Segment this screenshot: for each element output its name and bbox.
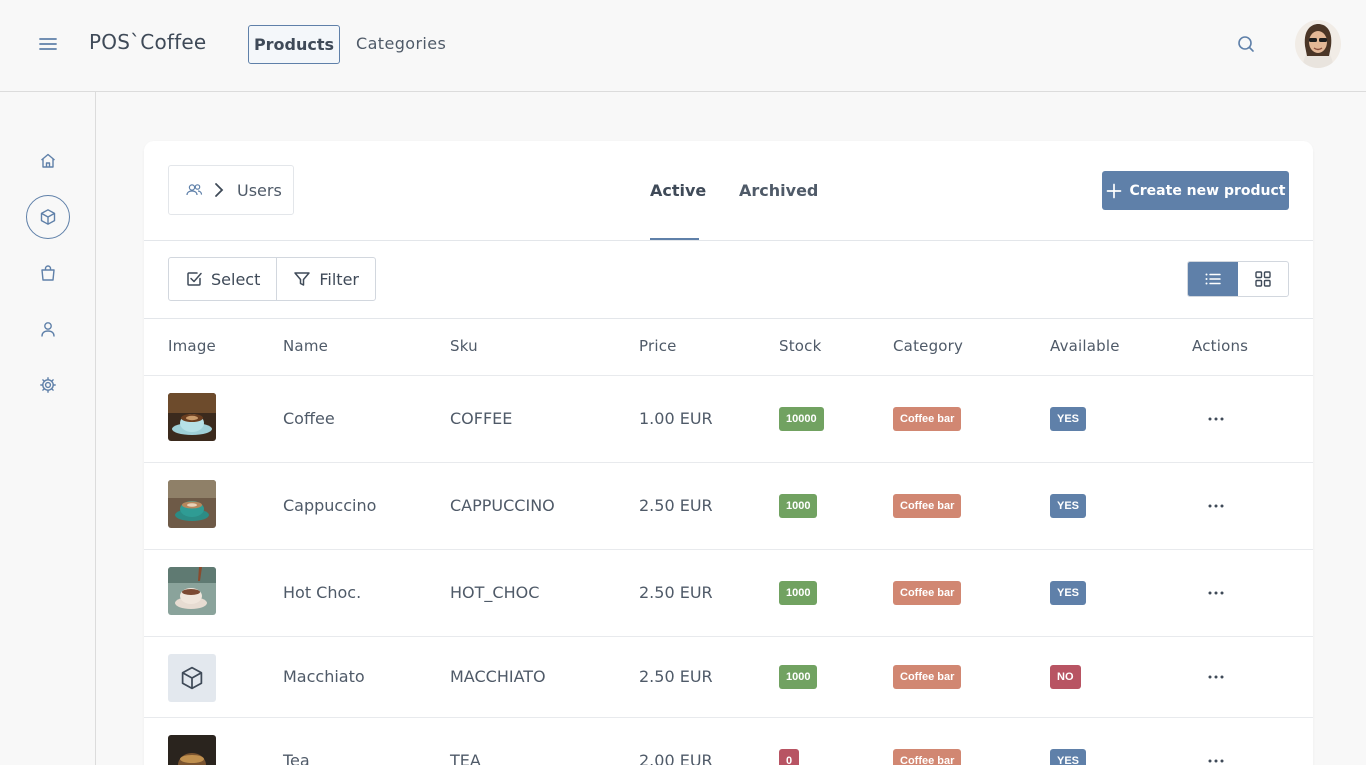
tab-active[interactable]: Active (650, 181, 706, 200)
top-bar: POS`Coffee Products Categories (0, 0, 1366, 92)
nav-products[interactable]: Products (248, 25, 340, 64)
available-badge: YES (1050, 581, 1087, 605)
select-label: Select (211, 269, 261, 289)
category-badge: Coffee bar (893, 665, 962, 689)
stock-badge: 1000 (779, 581, 818, 605)
sidebar-item-settings[interactable] (26, 363, 70, 407)
table-row[interactable]: Macchiato MACCHIATO 2.50 EUR 1000 Coffee… (144, 636, 1313, 717)
product-price: 2.00 EUR (639, 751, 713, 765)
search-icon[interactable] (1236, 34, 1256, 54)
shopping-bag-icon (41, 265, 55, 281)
plus-icon (1106, 183, 1121, 198)
table-row[interactable]: Cappuccino CAPPUCCINO 2.50 EUR 1000 Coff… (144, 462, 1313, 549)
divider (144, 318, 1313, 319)
product-price: 2.50 EUR (639, 496, 713, 515)
filter-icon (294, 272, 311, 286)
product-sku: CAPPUCCINO (450, 496, 555, 515)
sidebar-item-orders[interactable] (26, 251, 70, 295)
stock-badge: 1000 (779, 665, 818, 689)
column-header-image: Image (168, 337, 216, 355)
create-product-label: Create new product (1129, 182, 1286, 199)
column-header-stock: Stock (779, 337, 822, 355)
table-row[interactable]: Tea TEA 2.00 EUR 0 Coffee bar YES (144, 717, 1313, 765)
more-actions-icon[interactable] (1206, 496, 1226, 516)
available-badge: YES (1050, 494, 1087, 518)
category-badge: Coffee bar (893, 494, 962, 518)
product-name: Cappuccino (283, 496, 377, 515)
breadcrumb[interactable]: Users (168, 165, 294, 215)
gear-icon (40, 377, 56, 393)
sidebar-item-products[interactable] (26, 195, 70, 239)
product-image (168, 735, 216, 765)
product-sku: HOT_CHOC (450, 583, 540, 602)
table-row[interactable]: Coffee COFFEE 1.00 EUR 10000 Coffee bar … (144, 375, 1313, 462)
sidebar (0, 92, 96, 765)
users-icon (186, 184, 203, 196)
sidebar-item-home[interactable] (26, 139, 70, 183)
product-sku: COFFEE (450, 409, 513, 428)
product-sku: MACCHIATO (450, 667, 546, 686)
divider (144, 240, 1313, 241)
product-sku: TEA (450, 751, 481, 765)
view-toggle (1187, 261, 1289, 297)
grid-icon (1255, 271, 1271, 287)
product-price: 2.50 EUR (639, 583, 713, 602)
filter-button[interactable]: Filter (276, 258, 375, 300)
app-logo: POS`Coffee (89, 30, 207, 54)
product-name: Macchiato (283, 667, 365, 686)
product-name: Tea (283, 751, 310, 765)
column-header-available: Available (1050, 337, 1120, 355)
sidebar-item-users[interactable] (26, 307, 70, 351)
nav-categories[interactable]: Categories (356, 34, 446, 53)
checkbox-icon (187, 272, 202, 286)
box-icon (40, 209, 56, 225)
more-actions-icon[interactable] (1206, 409, 1226, 429)
tab-archived[interactable]: Archived (739, 181, 818, 200)
available-badge: NO (1050, 665, 1081, 689)
toolbar: Select Filter (168, 257, 376, 301)
product-name: Hot Choc. (283, 583, 362, 602)
more-actions-icon[interactable] (1206, 667, 1226, 687)
column-header-category: Category (893, 337, 964, 355)
column-header-sku: Sku (450, 337, 478, 355)
avatar[interactable] (1295, 20, 1341, 68)
product-image-placeholder (168, 654, 216, 702)
select-button[interactable]: Select (169, 258, 276, 300)
user-icon (41, 322, 55, 337)
grid-view-button[interactable] (1238, 262, 1288, 296)
column-header-actions: Actions (1192, 337, 1249, 355)
product-price: 2.50 EUR (639, 667, 713, 686)
create-product-button[interactable]: Create new product (1102, 171, 1289, 210)
product-image (168, 567, 216, 615)
chevron-right-icon (215, 183, 224, 197)
stock-badge: 10000 (779, 407, 824, 431)
column-header-price: Price (639, 337, 677, 355)
product-image (168, 480, 216, 528)
category-badge: Coffee bar (893, 749, 962, 765)
category-badge: Coffee bar (893, 407, 962, 431)
list-icon (1205, 273, 1221, 285)
products-card: Users Active Archived Create new product… (144, 141, 1313, 765)
menu-icon[interactable] (38, 34, 58, 54)
available-badge: YES (1050, 407, 1087, 431)
filter-label: Filter (319, 269, 359, 289)
table-row[interactable]: Hot Choc. HOT_CHOC 2.50 EUR 1000 Coffee … (144, 549, 1313, 636)
product-price: 1.00 EUR (639, 409, 713, 428)
stock-badge: 0 (779, 749, 800, 765)
category-badge: Coffee bar (893, 581, 962, 605)
box-icon (181, 666, 203, 690)
stock-badge: 1000 (779, 494, 818, 518)
product-name: Coffee (283, 409, 335, 428)
more-actions-icon[interactable] (1206, 583, 1226, 603)
available-badge: YES (1050, 749, 1087, 765)
more-actions-icon[interactable] (1206, 751, 1226, 765)
home-icon (41, 153, 55, 168)
breadcrumb-label: Users (237, 180, 282, 200)
list-view-button[interactable] (1188, 262, 1238, 296)
product-image (168, 393, 216, 441)
column-header-name: Name (283, 337, 329, 355)
